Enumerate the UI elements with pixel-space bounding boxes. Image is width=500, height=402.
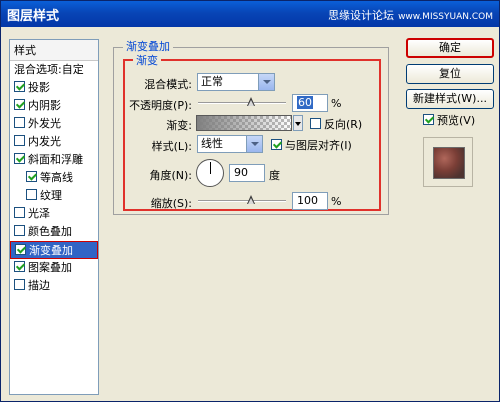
gradient-label: 渐变:	[166, 119, 192, 132]
preview-checkbox[interactable]: 预览(V)	[423, 112, 475, 128]
reverse-checkbox[interactable]: 反向(R)	[310, 116, 362, 132]
scale-slider-track[interactable]	[198, 200, 286, 202]
style-list-item[interactable]: 投影	[10, 79, 98, 97]
style-list-item[interactable]: 外发光	[10, 115, 98, 133]
scale-unit: %	[331, 195, 342, 208]
style-list-item[interactable]: 等高线	[10, 169, 98, 187]
opacity-slider-track[interactable]	[198, 102, 286, 104]
chevron-down-icon	[246, 136, 262, 152]
style-item-label: 混合选项:自定	[14, 63, 84, 76]
reverse-label: 反向(R)	[324, 118, 363, 131]
style-item-label: 投影	[28, 81, 50, 94]
reset-button[interactable]: 复位	[406, 64, 494, 84]
style-list-header[interactable]: 样式	[10, 40, 98, 61]
opacity-value: 60	[297, 96, 313, 109]
watermark-site: www.MISSYUAN.COM	[398, 12, 493, 22]
style-item-checkbox[interactable]	[14, 225, 25, 236]
align-label: 与图层对齐(I)	[285, 139, 352, 152]
style-item-label: 图案叠加	[28, 261, 72, 274]
gradient-group-title: 渐变	[133, 52, 161, 68]
align-with-layer-checkbox[interactable]: 与图层对齐(I)	[271, 137, 352, 153]
style-list-item[interactable]: 混合选项:自定	[10, 61, 98, 79]
opacity-input[interactable]: 60	[292, 94, 328, 112]
chevron-down-icon	[258, 74, 274, 90]
style-list-item[interactable]: 光泽	[10, 205, 98, 223]
style-item-checkbox[interactable]	[14, 99, 25, 110]
style-value: 线性	[201, 137, 223, 150]
watermark-text: 思缘设计论坛	[328, 9, 395, 22]
style-select[interactable]: 线性	[197, 135, 263, 153]
style-item-label: 光泽	[28, 207, 50, 220]
opacity-slider-thumb[interactable]	[246, 97, 255, 107]
style-item-checkbox[interactable]	[26, 189, 37, 200]
scale-label: 缩放(S):	[150, 197, 192, 210]
style-item-label: 外发光	[28, 117, 61, 130]
style-label: 样式(L):	[151, 140, 192, 153]
style-item-checkbox[interactable]	[14, 279, 25, 290]
new-style-button[interactable]: 新建样式(W)...	[406, 89, 494, 109]
angle-value: 90	[234, 166, 248, 179]
preview-checkbox-box[interactable]	[423, 114, 434, 125]
style-item-checkbox[interactable]	[14, 207, 25, 218]
style-list: 样式 混合选项:自定投影内阴影外发光内发光斜面和浮雕等高线纹理光泽颜色叠加渐变叠…	[9, 39, 99, 395]
blend-mode-value: 正常	[201, 75, 223, 88]
style-list-item[interactable]: 图案叠加	[10, 259, 98, 277]
preview-label: 预览(V)	[437, 114, 476, 127]
reverse-checkbox-box[interactable]	[310, 118, 321, 129]
style-item-label: 颜色叠加	[28, 225, 72, 238]
preview-swatch	[433, 147, 465, 179]
opacity-unit: %	[331, 97, 342, 110]
style-item-label: 内发光	[28, 135, 61, 148]
layer-style-dialog: 图层样式 思缘设计论坛 www.MISSYUAN.COM 样式 混合选项:自定投影…	[0, 0, 500, 402]
style-item-checkbox[interactable]	[14, 261, 25, 272]
style-item-label: 描边	[28, 279, 50, 292]
style-list-item[interactable]: 内阴影	[10, 97, 98, 115]
scale-value: 100	[297, 194, 318, 207]
gradient-dropdown-button[interactable]	[293, 115, 303, 131]
style-item-checkbox[interactable]	[15, 244, 26, 255]
angle-unit: 度	[269, 169, 280, 182]
style-list-items: 混合选项:自定投影内阴影外发光内发光斜面和浮雕等高线纹理光泽颜色叠加渐变叠加图案…	[10, 61, 98, 295]
blend-mode-label: 混合模式:	[144, 78, 192, 91]
style-list-item[interactable]: 描边	[10, 277, 98, 295]
style-item-checkbox[interactable]	[14, 135, 25, 146]
style-list-item[interactable]: 斜面和浮雕	[10, 151, 98, 169]
align-checkbox-box[interactable]	[271, 139, 282, 150]
angle-input[interactable]: 90	[229, 164, 265, 182]
gradient-preview-bar[interactable]	[196, 115, 292, 131]
style-list-item[interactable]: 纹理	[10, 187, 98, 205]
style-item-label: 纹理	[40, 189, 62, 202]
blend-mode-select[interactable]: 正常	[197, 73, 275, 91]
dialog-title: 图层样式	[7, 9, 60, 24]
style-item-label: 内阴影	[28, 99, 61, 112]
style-list-item[interactable]: 颜色叠加	[10, 223, 98, 241]
angle-dial[interactable]	[196, 159, 224, 187]
style-list-item[interactable]: 内发光	[10, 133, 98, 151]
angle-label: 角度(N):	[149, 169, 192, 182]
style-item-checkbox[interactable]	[14, 153, 25, 164]
style-item-label: 渐变叠加	[29, 244, 73, 257]
style-item-label: 斜面和浮雕	[28, 153, 83, 166]
style-item-checkbox[interactable]	[14, 117, 25, 128]
style-preview-thumbnail	[423, 137, 473, 187]
style-item-checkbox[interactable]	[26, 171, 37, 182]
opacity-label: 不透明度(P):	[129, 99, 192, 112]
ok-button[interactable]: 确定	[406, 38, 494, 58]
watermark: 思缘设计论坛 www.MISSYUAN.COM	[328, 7, 493, 23]
style-item-checkbox[interactable]	[14, 81, 25, 92]
style-item-label: 等高线	[40, 171, 73, 184]
style-list-item[interactable]: 渐变叠加	[10, 241, 98, 259]
scale-slider-thumb[interactable]	[246, 195, 255, 205]
scale-input[interactable]: 100	[292, 192, 328, 210]
title-bar[interactable]: 图层样式 思缘设计论坛 www.MISSYUAN.COM	[1, 1, 499, 27]
